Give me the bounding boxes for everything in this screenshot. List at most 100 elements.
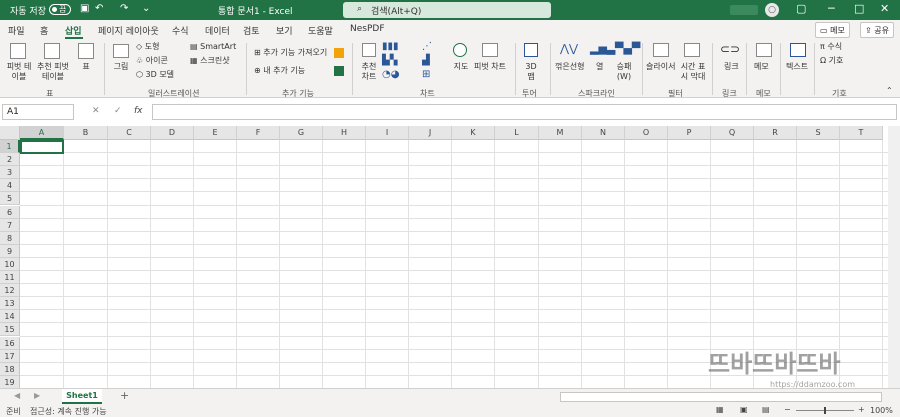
customize-qat-icon[interactable]: ⌄	[142, 3, 150, 14]
smartart-button[interactable]: ▤ SmartArt	[190, 42, 236, 52]
row-header-8[interactable]: 8	[0, 231, 20, 245]
row-header-12[interactable]: 12	[0, 284, 20, 298]
row-header-5[interactable]: 5	[0, 192, 20, 206]
my-addins-button[interactable]: ⊕ 내 추가 기능	[254, 66, 305, 76]
row-header-4[interactable]: 4	[0, 179, 20, 193]
add-sheet-button[interactable]: +	[120, 389, 129, 402]
comment-button[interactable]: 메모	[754, 62, 769, 72]
waterfall-chart-icon[interactable]: ▟	[422, 56, 430, 66]
column-header-q[interactable]: Q	[711, 126, 754, 140]
active-cell-a1[interactable]	[20, 140, 64, 154]
column-header-e[interactable]: E	[194, 126, 237, 140]
page-break-view-icon[interactable]: ▤	[762, 405, 770, 414]
accessibility-status[interactable]: 접근성: 계속 진행 가능	[30, 406, 107, 417]
hierarchy-chart-icon[interactable]: ▙▚	[382, 56, 397, 66]
3d-models-button[interactable]: ⬡ 3D 모델	[136, 70, 174, 80]
maps-button[interactable]: 지도	[452, 62, 470, 72]
tab-insert[interactable]: 삽입	[65, 24, 82, 37]
horizontal-scrollbar[interactable]	[560, 392, 882, 402]
column-header-o[interactable]: O	[625, 126, 668, 140]
column-header-g[interactable]: G	[280, 126, 323, 140]
3d-map-button[interactable]: 3D 맵	[522, 62, 540, 82]
bing-icon[interactable]	[334, 48, 344, 58]
search-box[interactable]: ⌕ 검색(Alt+Q)	[343, 2, 551, 18]
equation-button[interactable]: π 수식	[820, 42, 842, 52]
collapse-ribbon-icon[interactable]: ⌃	[886, 86, 893, 96]
column-header-i[interactable]: I	[366, 126, 409, 140]
tab-page-layout[interactable]: 페이지 레이아웃	[98, 24, 159, 37]
tab-view[interactable]: 보기	[276, 24, 293, 37]
page-layout-view-icon[interactable]: ▣	[740, 405, 748, 414]
column-header-h[interactable]: H	[323, 126, 366, 140]
row-header-15[interactable]: 15	[0, 323, 20, 337]
link-button[interactable]: 링크	[724, 62, 739, 72]
column-header-r[interactable]: R	[754, 126, 797, 140]
pictures-button[interactable]: 그림	[110, 62, 132, 72]
zoom-level[interactable]: 100%	[870, 406, 893, 415]
row-header-19[interactable]: 19	[0, 375, 20, 388]
column-header-f[interactable]: F	[237, 126, 280, 140]
column-header-m[interactable]: M	[539, 126, 582, 140]
formula-input[interactable]	[152, 104, 897, 120]
icons-button[interactable]: ♧ 아이콘	[136, 56, 168, 66]
column-header-a[interactable]: A	[20, 126, 64, 140]
column-header-n[interactable]: N	[582, 126, 625, 140]
scroll-left-icon[interactable]: ◀	[14, 391, 20, 400]
cancel-icon[interactable]: ✕	[92, 106, 100, 116]
column-header-b[interactable]: B	[64, 126, 108, 140]
tab-nespdf[interactable]: NesPDF	[350, 24, 385, 34]
row-header-9[interactable]: 9	[0, 244, 20, 258]
save-icon[interactable]: ▣	[80, 3, 89, 14]
row-header-11[interactable]: 11	[0, 271, 20, 285]
row-header-7[interactable]: 7	[0, 218, 20, 232]
tab-review[interactable]: 검토	[243, 24, 260, 37]
column-header-j[interactable]: J	[409, 126, 452, 140]
text-button[interactable]: 텍스트	[786, 62, 808, 72]
sparkline-winloss-button[interactable]: 승패 (W)	[613, 62, 635, 82]
row-header-1[interactable]: 1	[0, 140, 20, 154]
slicer-button[interactable]: 슬라이서	[646, 62, 675, 72]
table-button[interactable]: 표	[78, 62, 94, 72]
tab-file[interactable]: 파일	[8, 24, 25, 37]
symbol-button[interactable]: Ω 기호	[820, 56, 843, 66]
zoom-out-icon[interactable]: −	[784, 405, 791, 414]
column-header-s[interactable]: S	[797, 126, 840, 140]
timeline-button[interactable]: 시간 표시 막대	[678, 62, 708, 82]
line-chart-icon[interactable]: ⋰	[422, 42, 432, 52]
row-header-6[interactable]: 6	[0, 205, 20, 219]
ribbon-display-icon[interactable]: ▢	[796, 2, 806, 15]
get-addins-button[interactable]: ⊞ 추가 기능 가져오기	[254, 48, 327, 58]
sparkline-line-button[interactable]: 꺾은선형	[555, 62, 584, 72]
tab-help[interactable]: 도움말	[308, 24, 333, 37]
column-header-l[interactable]: L	[495, 126, 539, 140]
column-chart-icon[interactable]: ▮▮▮	[382, 42, 399, 52]
screenshot-button[interactable]: ▦ 스크린샷	[190, 56, 230, 66]
shapes-button[interactable]: ◇ 도형	[136, 42, 159, 52]
insert-function-icon[interactable]: fx	[134, 106, 143, 116]
column-header-d[interactable]: D	[151, 126, 194, 140]
normal-view-icon[interactable]: ▦	[716, 405, 724, 414]
column-header-p[interactable]: P	[668, 126, 711, 140]
row-header-13[interactable]: 13	[0, 297, 20, 311]
redo-icon[interactable]: ↷	[120, 3, 128, 14]
undo-icon[interactable]: ↶	[95, 3, 103, 14]
sheet-tab-sheet1[interactable]: Sheet1	[62, 389, 102, 404]
maximize-button[interactable]: □	[854, 2, 864, 15]
row-header-17[interactable]: 17	[0, 349, 20, 363]
select-all-button[interactable]	[0, 126, 20, 140]
sparkline-column-button[interactable]: 열	[596, 62, 603, 72]
tab-data[interactable]: 데이터	[205, 24, 230, 37]
row-header-10[interactable]: 10	[0, 257, 20, 271]
autosave-toggle[interactable]: 끔	[49, 4, 71, 15]
minimize-button[interactable]: ─	[828, 2, 835, 15]
pivot-chart-button[interactable]: 피벗 차트	[472, 62, 508, 72]
recommended-charts-button[interactable]: 추천 차트	[358, 62, 380, 82]
row-header-18[interactable]: 18	[0, 362, 20, 376]
tab-formulas[interactable]: 수식	[172, 24, 189, 37]
avatar[interactable]: ○	[765, 3, 779, 17]
vertical-scrollbar[interactable]	[888, 126, 900, 388]
zoom-in-icon[interactable]: +	[858, 405, 865, 414]
recommended-pivot-button[interactable]: 추천 피벗 테이블	[34, 62, 72, 82]
row-header-16[interactable]: 16	[0, 336, 20, 350]
zoom-thumb[interactable]	[824, 407, 826, 414]
